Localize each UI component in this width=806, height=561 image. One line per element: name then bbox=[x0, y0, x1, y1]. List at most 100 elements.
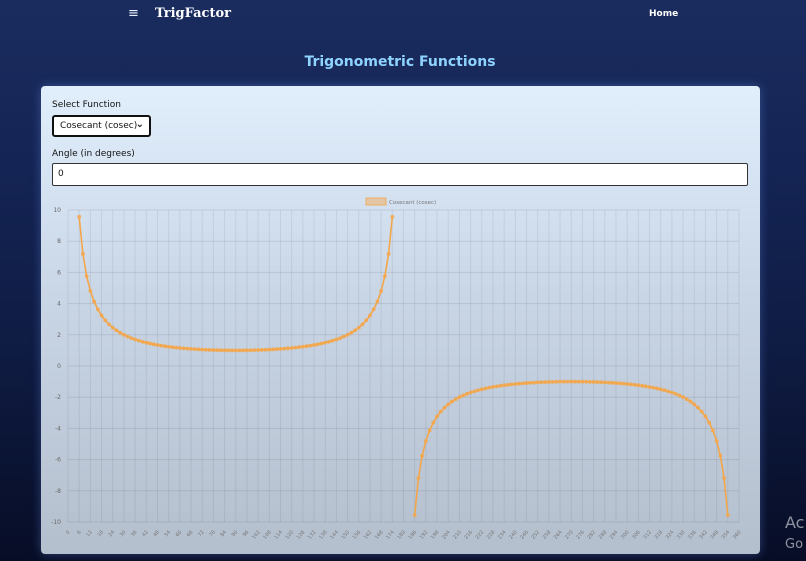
x-tick-label: 318 bbox=[654, 529, 665, 540]
data-point bbox=[457, 395, 462, 400]
data-point bbox=[628, 382, 633, 387]
data-point bbox=[81, 252, 85, 256]
data-point bbox=[77, 214, 82, 219]
data-point bbox=[371, 307, 376, 312]
data-point bbox=[718, 453, 723, 458]
y-tick-label: 8 bbox=[57, 238, 61, 245]
watermark-line-2: Go bbox=[785, 537, 804, 552]
brand-logo[interactable]: TrigFactor bbox=[155, 6, 231, 21]
data-point bbox=[144, 340, 149, 345]
data-point bbox=[513, 382, 518, 386]
data-point bbox=[684, 397, 689, 402]
data-point bbox=[509, 382, 514, 387]
data-point bbox=[237, 348, 242, 353]
menu-icon[interactable]: ≡ bbox=[128, 6, 139, 21]
data-point bbox=[368, 313, 372, 318]
y-tick-label: -2 bbox=[55, 394, 61, 401]
x-tick-label: 78 bbox=[208, 529, 217, 538]
data-point bbox=[692, 402, 697, 407]
data-point bbox=[323, 340, 328, 345]
x-tick-label: 234 bbox=[497, 529, 508, 540]
data-point bbox=[636, 383, 641, 388]
x-tick-label: 300 bbox=[620, 529, 631, 540]
data-point bbox=[655, 386, 659, 391]
data-point bbox=[170, 345, 175, 350]
data-point bbox=[640, 383, 644, 388]
legend-swatch bbox=[365, 197, 387, 206]
data-point bbox=[338, 336, 343, 341]
data-point bbox=[315, 342, 320, 347]
x-tick-label: 156 bbox=[352, 529, 363, 540]
data-point bbox=[233, 348, 238, 353]
data-point bbox=[412, 513, 417, 518]
x-tick-label: 228 bbox=[486, 529, 497, 540]
data-point bbox=[99, 313, 104, 318]
x-tick-label: 306 bbox=[631, 529, 642, 540]
page-title: Trigonometric Functions bbox=[304, 54, 496, 70]
data-point bbox=[375, 299, 380, 304]
data-point bbox=[349, 330, 354, 335]
data-point bbox=[122, 332, 126, 337]
data-point bbox=[166, 344, 171, 349]
data-point bbox=[554, 379, 559, 384]
data-point bbox=[211, 348, 216, 352]
data-point bbox=[483, 386, 488, 391]
data-point bbox=[218, 348, 223, 353]
y-tick-label: -10 bbox=[51, 519, 61, 526]
data-point bbox=[569, 379, 574, 384]
data-point bbox=[271, 347, 275, 352]
data-point bbox=[293, 345, 298, 350]
y-tick-label: 10 bbox=[53, 207, 61, 214]
data-point bbox=[300, 344, 305, 349]
data-point bbox=[517, 381, 521, 386]
data-point bbox=[580, 379, 585, 384]
data-point bbox=[356, 325, 361, 330]
data-point bbox=[621, 381, 626, 386]
x-tick-label: 282 bbox=[586, 529, 597, 540]
data-point bbox=[136, 338, 141, 343]
x-tick-label: 84 bbox=[219, 529, 228, 538]
data-point bbox=[677, 393, 682, 398]
x-tick-label: 180 bbox=[396, 529, 407, 540]
data-point bbox=[364, 318, 369, 323]
watermark-line-1: Ac bbox=[785, 513, 805, 532]
data-point bbox=[382, 274, 387, 279]
data-point bbox=[494, 384, 499, 389]
cosecant-chart: -10-8-6-4-20246810 0 6 12 18 24 30 36 42 48 54 60 6… bbox=[51, 197, 743, 541]
data-point bbox=[498, 383, 503, 388]
data-point bbox=[148, 341, 152, 346]
x-tick-label: 240 bbox=[508, 529, 519, 540]
data-point bbox=[140, 339, 145, 344]
x-tick-label: 360 bbox=[732, 529, 743, 540]
chart-legend: Cosecant (cosec) bbox=[365, 197, 436, 206]
data-point bbox=[610, 380, 615, 385]
x-tick-label: 168 bbox=[374, 529, 385, 540]
data-point bbox=[92, 299, 96, 304]
data-point bbox=[502, 383, 507, 388]
x-tick-label: 48 bbox=[152, 529, 161, 538]
data-point bbox=[256, 348, 261, 352]
nav-home-link[interactable]: Home bbox=[649, 9, 678, 19]
x-tick-label: 132 bbox=[307, 529, 318, 540]
data-point bbox=[200, 347, 205, 352]
data-point bbox=[520, 381, 525, 386]
x-tick-label: 330 bbox=[676, 529, 687, 540]
data-point bbox=[427, 428, 432, 433]
data-point bbox=[245, 348, 249, 353]
data-point bbox=[625, 382, 630, 386]
data-point bbox=[88, 289, 93, 293]
x-tick-label: 354 bbox=[721, 529, 732, 540]
data-point bbox=[688, 399, 693, 404]
x-tick-label: 336 bbox=[687, 529, 698, 540]
data-point bbox=[177, 346, 182, 350]
x-tick-label: 270 bbox=[564, 529, 575, 540]
data-point bbox=[286, 346, 290, 351]
data-point bbox=[289, 346, 294, 350]
x-tick-label: 66 bbox=[186, 529, 195, 538]
x-tick-label: 216 bbox=[463, 529, 474, 540]
data-point bbox=[599, 380, 603, 385]
data-point bbox=[703, 414, 708, 419]
data-point bbox=[278, 347, 283, 351]
data-point bbox=[464, 391, 469, 396]
data-point bbox=[546, 380, 551, 384]
